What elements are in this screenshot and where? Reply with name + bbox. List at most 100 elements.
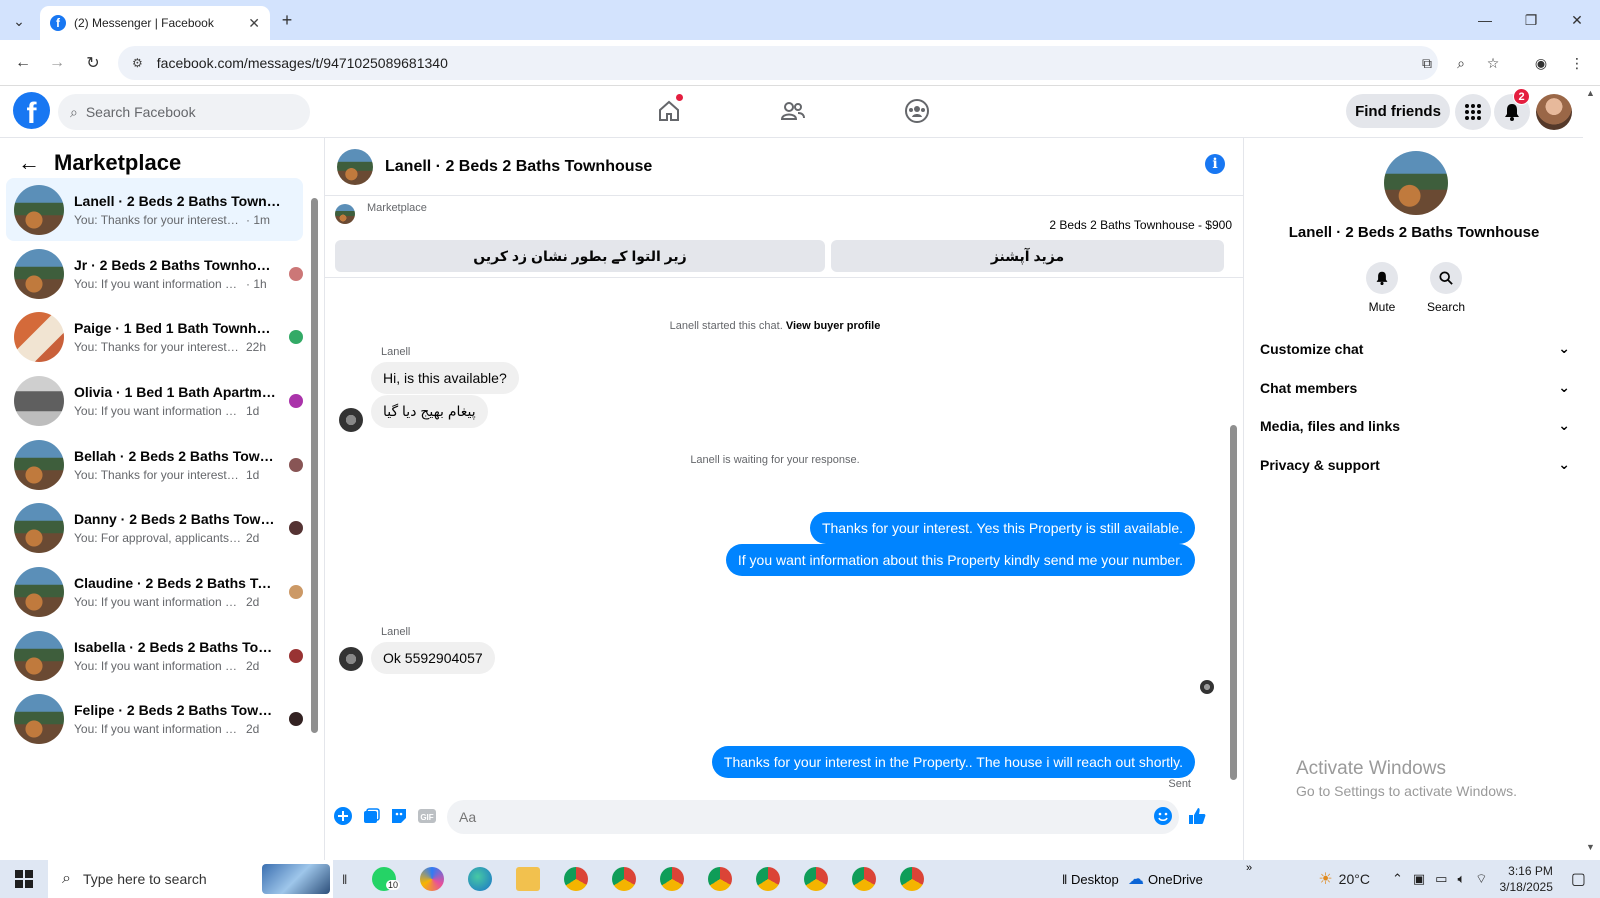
clock[interactable]: 3:16 PM 3/18/2025 <box>1499 863 1552 895</box>
outgoing-message[interactable]: Thanks for your interest. Yes this Prope… <box>809 512 1195 544</box>
chat-avatar[interactable] <box>337 148 373 185</box>
wifi-icon[interactable]: ⌔ <box>1475 871 1487 887</box>
chrome-profile-icon[interactable] <box>900 867 924 891</box>
scroll-down-arrow-icon[interactable]: ▼ <box>1586 842 1595 852</box>
weather-icon[interactable]: ☀ <box>1318 869 1332 889</box>
listing-title-price[interactable]: 2 Beds 2 Baths Townhouse - $900 <box>1049 218 1232 232</box>
incoming-message[interactable]: پیغام بھیج دیا گیا <box>371 395 488 428</box>
chat-scrollbar[interactable] <box>1227 280 1239 790</box>
conversation-item[interactable]: Isabella · 2 Beds 2 Baths Town... You: I… <box>6 624 303 687</box>
marketplace-listing-strip: Marketplace 2 Beds 2 Baths Townhouse - $… <box>325 196 1243 278</box>
more-actions-button[interactable]: مزید آپشنز <box>831 240 1224 272</box>
incoming-message[interactable]: Ok 5592904057 <box>371 642 495 674</box>
scrollbar-thumb[interactable] <box>1230 425 1237 780</box>
media-files-links-section[interactable]: Media, files and links ⌄ <box>1260 417 1570 434</box>
temperature[interactable]: 20°C <box>1339 871 1370 887</box>
window-close-icon[interactable]: ✕ <box>1566 9 1588 31</box>
menu-grid-icon[interactable] <box>1455 94 1491 130</box>
desktop-toolbar[interactable]: ‖ Desktop <box>1062 872 1119 887</box>
new-tab-icon[interactable]: + <box>276 9 298 31</box>
reload-icon[interactable]: ↻ <box>82 52 104 74</box>
meet-now-icon[interactable]: ▣ <box>1413 871 1425 887</box>
search-in-chat-button[interactable]: Search <box>1416 262 1476 314</box>
privacy-support-section[interactable]: Privacy & support ⌄ <box>1260 456 1570 473</box>
conversation-item[interactable]: Lanell · 2 Beds 2 Baths Townhou... You: … <box>6 178 303 241</box>
browser-tab[interactable]: f (2) Messenger | Facebook ✕ <box>40 6 270 40</box>
copilot-icon[interactable] <box>420 867 444 891</box>
conversation-name: Claudine · 2 Beds 2 Baths Tow... <box>74 574 279 591</box>
site-settings-icon[interactable]: ⚙ <box>132 56 143 70</box>
overflow-chevron-icon[interactable]: » <box>1246 862 1252 874</box>
file-explorer-icon[interactable] <box>516 867 540 891</box>
tray-chevron-up-icon[interactable]: ⌃ <box>1392 871 1403 887</box>
gif-icon[interactable]: GIF <box>417 806 437 826</box>
conversation-item[interactable]: Claudine · 2 Beds 2 Baths Tow... You: If… <box>6 560 303 623</box>
forward-icon[interactable]: → <box>46 52 68 74</box>
sender-avatar[interactable] <box>339 647 363 671</box>
back-icon[interactable]: ← <box>12 52 34 74</box>
outgoing-message[interactable]: Thanks for your interest in the Property… <box>711 746 1195 778</box>
chrome-profile-icon[interactable] <box>612 867 636 891</box>
zoom-icon[interactable]: ⌕ <box>1450 52 1472 74</box>
conversation-item[interactable]: Jr · 2 Beds 2 Baths Townhouse You: If yo… <box>6 242 303 305</box>
sticker-icon[interactable] <box>389 806 409 826</box>
url-field[interactable]: ⚙ facebook.com/messages/t/94710250896813… <box>118 46 1438 80</box>
groups-icon[interactable] <box>902 96 932 126</box>
view-buyer-profile-link[interactable]: View buyer profile <box>786 320 881 332</box>
bookmark-star-icon[interactable]: ☆ <box>1482 52 1504 74</box>
edge-icon[interactable] <box>468 867 492 891</box>
sender-avatar[interactable] <box>339 408 363 432</box>
chrome-profile-icon[interactable] <box>852 867 876 891</box>
emoji-icon[interactable] <box>1153 806 1173 826</box>
info-icon[interactable]: i <box>1205 154 1225 174</box>
restore-icon[interactable]: ❐ <box>1520 9 1542 31</box>
notification-center-icon[interactable]: ▢ <box>1571 869 1586 889</box>
incoming-message[interactable]: Hi, is this available? <box>371 362 519 394</box>
tab-close-icon[interactable]: ✕ <box>248 15 260 32</box>
onedrive-toolbar[interactable]: ☁ OneDrive <box>1128 869 1203 889</box>
chrome-icon[interactable] <box>564 867 588 891</box>
chrome-profile-icon[interactable] <box>756 867 780 891</box>
battery-icon[interactable]: ▭ <box>1435 871 1447 887</box>
find-friends-button[interactable]: Find friends <box>1346 94 1450 128</box>
chat-members-section[interactable]: Chat members ⌄ <box>1260 379 1570 396</box>
details-avatar[interactable] <box>1384 151 1448 215</box>
back-arrow-icon[interactable]: ← <box>18 150 40 176</box>
friends-icon[interactable] <box>778 96 808 126</box>
conversation-item[interactable]: Olivia · 1 Bed 1 Bath Apartme... You: If… <box>6 369 303 432</box>
facebook-logo-icon[interactable]: f <box>13 92 50 129</box>
conversation-name: Bellah · 2 Beds 2 Baths Townh... <box>74 447 279 464</box>
conversation-preview: You: If you want information ab... <box>74 721 242 736</box>
minimize-icon[interactable]: — <box>1474 9 1496 31</box>
menu-kebab-icon[interactable]: ⋮ <box>1566 52 1588 74</box>
task-view-icon[interactable]: ‖ <box>342 872 347 887</box>
windows-start-icon[interactable] <box>0 860 48 898</box>
account-avatar[interactable] <box>1536 94 1572 130</box>
facebook-search-input[interactable]: ⌕ Search Facebook <box>58 94 310 130</box>
outgoing-message[interactable]: If you want information about this Prope… <box>725 544 1195 576</box>
message-input[interactable] <box>447 800 1179 834</box>
like-thumb-icon[interactable] <box>1187 806 1207 826</box>
conversation-item[interactable]: Felipe · 2 Beds 2 Baths Townh... You: If… <box>6 687 303 750</box>
conversation-item[interactable]: Bellah · 2 Beds 2 Baths Townh... You: Th… <box>6 433 303 496</box>
conversation-list-scrollbar[interactable] <box>310 190 318 738</box>
home-icon[interactable] <box>654 94 684 126</box>
conversation-item[interactable]: Paige · 1 Bed 1 Bath Townhouse You: Than… <box>6 305 303 368</box>
conversation-item[interactable]: Danny · 2 Beds 2 Baths Town... You: For … <box>6 496 303 559</box>
plus-icon[interactable] <box>333 806 353 826</box>
page-scrollbar[interactable]: ▲ ▼ <box>1583 86 1600 860</box>
mute-button[interactable]: Mute <box>1352 262 1412 314</box>
profile-icon[interactable]: ◉ <box>1530 52 1552 74</box>
volume-icon[interactable]: 🔈︎ <box>1457 871 1465 887</box>
tab-list-chevron-icon[interactable]: ⌄ <box>8 10 30 32</box>
chrome-profile-icon[interactable] <box>660 867 684 891</box>
scrollbar-thumb[interactable] <box>311 198 318 733</box>
photo-icon[interactable] <box>361 806 381 826</box>
chrome-profile-icon[interactable] <box>708 867 732 891</box>
mark-pending-button[interactable]: زیر التوا کے بطور نشان زد کریں <box>335 240 825 272</box>
chat-title[interactable]: Lanell · 2 Beds 2 Baths Townhouse <box>385 158 652 176</box>
customize-chat-section[interactable]: Customize chat ⌄ <box>1260 340 1570 357</box>
scroll-up-arrow-icon[interactable]: ▲ <box>1586 88 1595 98</box>
chrome-profile-icon[interactable] <box>804 867 828 891</box>
install-app-icon[interactable]: ⧉ <box>1416 52 1438 74</box>
